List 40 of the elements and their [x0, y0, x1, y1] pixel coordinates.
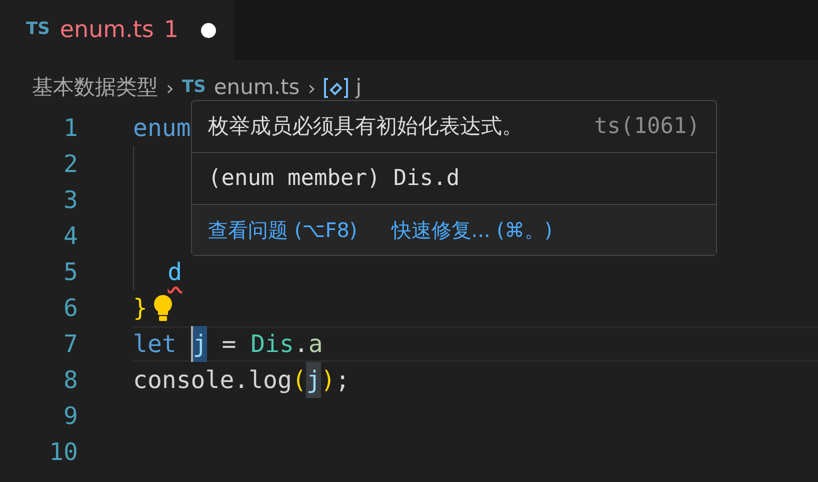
- line-number: 5: [62, 257, 78, 288]
- problem-count: 1: [164, 16, 179, 45]
- line-number: 7: [62, 329, 78, 360]
- line-number: 9: [62, 401, 78, 432]
- breadcrumb-item[interactable]: 基本数据类型: [32, 72, 158, 104]
- typescript-icon: TS: [26, 17, 50, 43]
- action-link[interactable]: 快速修复... (⌘。): [391, 215, 552, 245]
- line-number: 1: [62, 113, 78, 144]
- breadcrumb-item[interactable]: j: [356, 72, 362, 104]
- error-code: ts(1061): [594, 113, 700, 141]
- code-token: }: [133, 293, 148, 324]
- line-number: 3: [62, 185, 78, 216]
- code-token: (: [292, 365, 306, 396]
- code-token: d: [168, 257, 182, 288]
- code-token: =: [220, 329, 238, 360]
- line-number: 10: [48, 437, 78, 468]
- code-token: .: [294, 329, 308, 360]
- code-token: console.log: [133, 365, 292, 396]
- code-token: a: [308, 329, 323, 360]
- action-link[interactable]: 查看问题 (⌥F8): [208, 215, 358, 245]
- code-token: ;: [335, 365, 350, 396]
- line-number: 2: [62, 149, 78, 180]
- tab-filename: enum.ts: [60, 16, 154, 45]
- code-token: ): [320, 365, 336, 396]
- typescript-icon: TS: [182, 75, 206, 101]
- code-token: Dis: [250, 329, 294, 360]
- symbol-icon: [324, 77, 348, 99]
- code-token: j: [306, 362, 321, 398]
- error-message: 枚举成员必须具有初始化表达式。: [208, 112, 523, 140]
- line-number: 8: [62, 365, 78, 396]
- code-token: enum: [133, 113, 191, 144]
- code-token: let: [133, 329, 176, 360]
- chevron-icon: ›: [166, 73, 174, 103]
- line-number: 6: [62, 293, 78, 324]
- chevron-icon: ›: [308, 73, 316, 103]
- editor-tab[interactable]: TS enum.ts 1: [0, 0, 234, 60]
- breadcrumb-item[interactable]: enum.ts: [214, 72, 300, 104]
- code-token: j: [190, 326, 208, 362]
- type-signature: (enum member) Dis.d: [208, 165, 460, 193]
- line-number: 4: [62, 221, 78, 252]
